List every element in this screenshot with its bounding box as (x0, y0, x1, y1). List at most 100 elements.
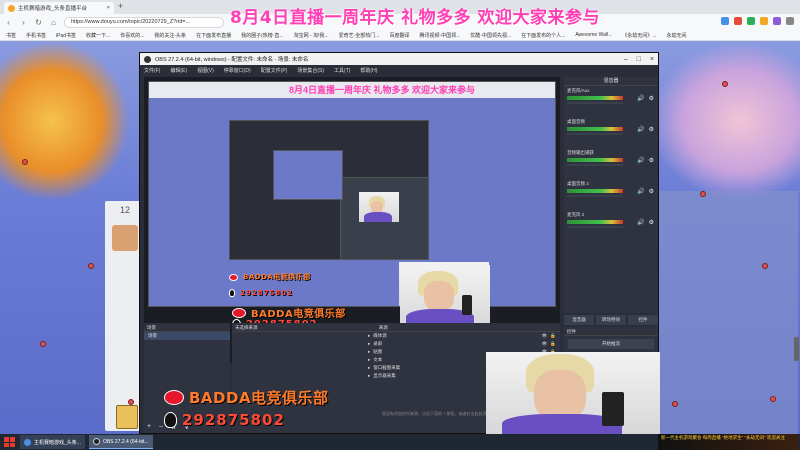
bookmark-item[interactable]: 书签 (6, 32, 16, 39)
forward-icon[interactable]: › (19, 18, 28, 27)
speaker-icon[interactable]: 🔊 (637, 95, 644, 102)
sources-title-text: 来源 (378, 325, 388, 330)
source-item-label: 显示器采集 (373, 373, 396, 378)
qq-icon (229, 289, 235, 297)
gear-icon[interactable]: ⚙ (649, 219, 654, 226)
control-button[interactable]: 开始推流 (568, 339, 654, 349)
bookmark-item[interactable]: 百度翻译 (389, 32, 409, 39)
minimize-button[interactable]: – (624, 56, 628, 63)
mixer-tab[interactable]: 控件 (628, 315, 658, 325)
gear-icon[interactable]: ⚙ (649, 157, 654, 164)
lock-icon[interactable]: 🔒 (550, 332, 556, 340)
remove-scene-button[interactable]: – (159, 423, 163, 431)
mixer-title: 混音器 (564, 77, 658, 86)
bookmark-item[interactable]: 淘宝网 - 淘!我... (294, 32, 329, 39)
obs-menu-item[interactable]: 配置文件(P) (261, 67, 288, 74)
bookmark-item[interactable]: iPad书签 (56, 32, 76, 39)
close-button[interactable]: × (650, 56, 654, 63)
add-scene-button[interactable]: + (147, 423, 151, 431)
extension-icon[interactable] (734, 17, 742, 25)
streamer-avatar[interactable] (112, 225, 138, 251)
mixer-channel-name: 音频输出捕获 (567, 150, 594, 155)
mascot-right-image (650, 41, 800, 201)
speaker-icon[interactable]: 🔊 (637, 126, 644, 133)
obs-menu-item[interactable]: 视图(V) (197, 67, 214, 74)
bookmark-item[interactable]: 在下面发布直播 (196, 32, 231, 39)
map-dot (22, 159, 28, 165)
gift-icon[interactable] (116, 405, 138, 429)
gear-icon[interactable]: ⚙ (649, 126, 654, 133)
obs-menu-item[interactable]: 场景集合(S) (297, 67, 324, 74)
lock-icon[interactable]: 🔒 (550, 340, 556, 348)
home-icon[interactable]: ⌂ (49, 18, 58, 27)
bookmark-item[interactable]: 手机书签 (26, 32, 46, 39)
browser-tab-active[interactable]: 主机赛暗游戏_头条直播平台 × (4, 2, 114, 14)
extension-icon[interactable] (773, 17, 781, 25)
mixer-channel: 麦克风/Aux 🔊 ⚙ (564, 86, 658, 117)
volume-slider[interactable] (567, 164, 623, 166)
new-tab-button[interactable]: + (118, 1, 123, 11)
url-input[interactable]: https://www.douyu.com/topic/20220729_Z?r… (64, 16, 224, 28)
scene-item[interactable]: 场景 (144, 332, 230, 340)
bookmarks-bar: 书签 手机书签 iPad书签 收藏一下... 你喜欢的... 我的关注-头条 在下面发布直播… (0, 30, 800, 41)
back-icon[interactable]: ‹ (4, 18, 13, 27)
visibility-icon[interactable]: 👁 (542, 332, 548, 340)
volume-slider[interactable] (567, 133, 623, 135)
obs-preview[interactable]: 8月4日直播一周年庆 礼物多多 欢迎大家来参与 BADDA电竞俱乐部 29287… (144, 77, 560, 363)
bookmark-item[interactable]: 你喜欢的... (120, 32, 144, 39)
scrollbar[interactable] (794, 337, 799, 361)
source-item[interactable]: ▸ 录屏 👁 🔒 (232, 340, 560, 348)
speaker-icon[interactable]: 🔊 (637, 157, 644, 164)
bookmark-item[interactable]: 《永劫无间》... (622, 32, 656, 39)
bookmark-item[interactable]: 在下面发布的个人... (521, 32, 565, 39)
nested-webcam-small (359, 192, 399, 222)
mixer-tab[interactable]: 混音器 (564, 315, 594, 325)
bookmark-item[interactable]: 永劫无间 (666, 32, 686, 39)
taskbar-item-obs[interactable]: OBS 27.2.4 (64-bit... (88, 435, 153, 449)
nested-browser-capture: 8月4日直播一周年庆 礼物多多 欢迎大家来参与 BADDA电竞俱乐部 29287… (148, 81, 556, 307)
gear-icon[interactable]: ⚙ (649, 95, 654, 102)
preview-brand-overlay: BADDA电竞俱乐部 (232, 305, 346, 320)
bookmark-item[interactable]: 爱奇艺·全部热门... (339, 32, 380, 39)
extension-icon[interactable] (747, 17, 755, 25)
volume-slider[interactable] (567, 195, 623, 197)
source-type-icon: ▸ (368, 333, 371, 338)
obs-menu-item[interactable]: 工具(T) (334, 67, 350, 74)
bookmark-item[interactable]: 我的圈子(热榜·直... (241, 32, 284, 39)
speaker-icon[interactable]: 🔊 (637, 219, 644, 226)
visibility-icon[interactable]: 👁 (542, 340, 548, 348)
menu-icon[interactable] (786, 17, 794, 25)
volume-slider[interactable] (567, 226, 623, 228)
extension-icon[interactable] (721, 17, 729, 25)
source-item[interactable]: ▸ 媒体源 👁 🔒 (232, 332, 560, 340)
speaker-icon[interactable]: 🔊 (637, 188, 644, 195)
volume-meter (567, 96, 623, 100)
maximize-button[interactable]: □ (637, 56, 641, 63)
bookmark-item[interactable]: 我的关注-头条 (154, 32, 186, 39)
obs-menu-item[interactable]: 停靠窗口(D) (224, 67, 251, 74)
nested-brand-text: BADDA电竞俱乐部 (243, 273, 311, 281)
controls-title: 控件 (564, 327, 658, 336)
bookmark-item[interactable]: 收藏一下... (86, 32, 110, 39)
douyu-favicon-icon (8, 4, 15, 12)
reload-icon[interactable]: ↻ (34, 18, 43, 27)
bookmark-item[interactable]: Awesome Wall... (575, 32, 612, 38)
source-type-icon: ▸ (368, 357, 371, 362)
mixer-channel-name: 桌面音频 (567, 119, 585, 124)
tab-close-icon[interactable]: × (107, 5, 110, 11)
system-tray: 新一代主机游戏聚会 每周直播 "绝地求生" "永劫无间" 欢迎关注 (658, 434, 798, 450)
obs-menu-item[interactable]: 编辑(E) (170, 67, 187, 74)
gear-icon[interactable]: ⚙ (649, 188, 654, 195)
bookmark-item[interactable]: 优酷·中国领先视... (470, 32, 511, 39)
mixer-tab[interactable]: 转场特效 (596, 315, 626, 325)
windows-start-icon[interactable] (2, 436, 16, 448)
obs-menu-item[interactable]: 帮助(H) (360, 67, 377, 74)
volume-slider[interactable] (567, 102, 623, 104)
mixer-channel: 桌面音频 2 🔊 ⚙ (564, 179, 658, 210)
taskbar-item-browser[interactable]: 主机赛暗游戏_头条... (20, 435, 85, 449)
obs-menu-item[interactable]: 文件(F) (144, 67, 160, 74)
sources-title: 未选择来源 来源 (232, 323, 560, 332)
source-item-label: 文本 (373, 357, 383, 362)
bookmark-item[interactable]: 腾讯视频·中国领... (419, 32, 460, 39)
extension-icon[interactable] (760, 17, 768, 25)
